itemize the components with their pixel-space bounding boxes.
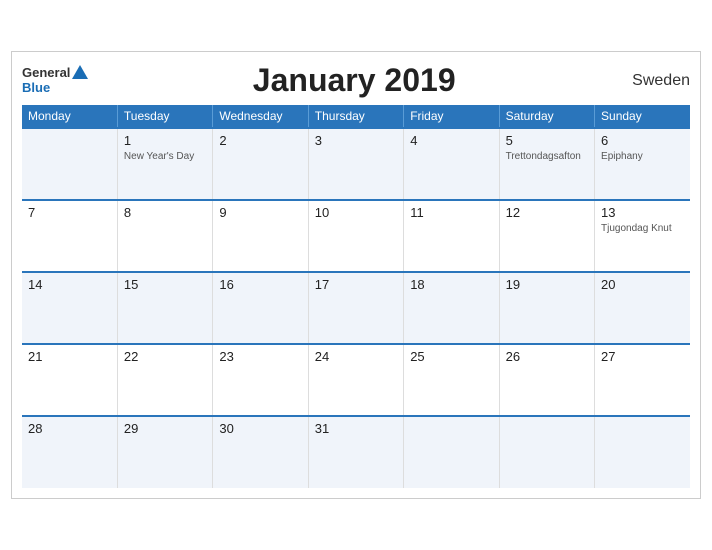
holiday-name: Epiphany bbox=[601, 150, 684, 163]
calendar-cell: 4 bbox=[404, 128, 499, 200]
weekday-header-saturday: Saturday bbox=[499, 105, 594, 128]
calendar-cell: 31 bbox=[308, 416, 403, 488]
calendar-cell: 13 Tjugondag Knut bbox=[595, 200, 690, 272]
weekday-header-thursday: Thursday bbox=[308, 105, 403, 128]
country-label: Sweden bbox=[620, 72, 690, 90]
day-number: 27 bbox=[601, 349, 684, 364]
calendar-week-row: 28 29 30 31 bbox=[22, 416, 690, 488]
day-number: 20 bbox=[601, 277, 684, 292]
calendar-cell: 20 bbox=[595, 272, 690, 344]
calendar-cell: 21 bbox=[22, 344, 117, 416]
calendar-header: General Blue January 2019 Sweden bbox=[22, 62, 690, 99]
day-number: 18 bbox=[410, 277, 492, 292]
day-number: 30 bbox=[219, 421, 301, 436]
weekday-header-sunday: Sunday bbox=[595, 105, 690, 128]
calendar-cell: 8 bbox=[117, 200, 212, 272]
calendar-cell: 11 bbox=[404, 200, 499, 272]
calendar-cell: 26 bbox=[499, 344, 594, 416]
day-number: 14 bbox=[28, 277, 111, 292]
calendar-cell: 6 Epiphany bbox=[595, 128, 690, 200]
day-number: 13 bbox=[601, 205, 684, 220]
calendar-cell: 16 bbox=[213, 272, 308, 344]
weekday-header-monday: Monday bbox=[22, 105, 117, 128]
calendar-cell: 28 bbox=[22, 416, 117, 488]
calendar-cell bbox=[22, 128, 117, 200]
calendar-thead: MondayTuesdayWednesdayThursdayFridaySatu… bbox=[22, 105, 690, 128]
day-number: 12 bbox=[506, 205, 588, 220]
holiday-name: Trettondagsafton bbox=[506, 150, 588, 163]
day-number: 24 bbox=[315, 349, 397, 364]
calendar-cell: 3 bbox=[308, 128, 403, 200]
logo-block: General Blue bbox=[22, 65, 88, 95]
day-number: 25 bbox=[410, 349, 492, 364]
day-number: 21 bbox=[28, 349, 111, 364]
calendar-cell: 1 New Year's Day bbox=[117, 128, 212, 200]
calendar-cell bbox=[499, 416, 594, 488]
calendar-cell: 10 bbox=[308, 200, 403, 272]
calendar-cell: 25 bbox=[404, 344, 499, 416]
holiday-name: New Year's Day bbox=[124, 150, 206, 163]
day-number: 16 bbox=[219, 277, 301, 292]
calendar-cell: 23 bbox=[213, 344, 308, 416]
weekday-header-row: MondayTuesdayWednesdayThursdayFridaySatu… bbox=[22, 105, 690, 128]
calendar-cell: 19 bbox=[499, 272, 594, 344]
day-number: 23 bbox=[219, 349, 301, 364]
weekday-header-tuesday: Tuesday bbox=[117, 105, 212, 128]
holiday-name: Tjugondag Knut bbox=[601, 222, 684, 235]
calendar-cell: 18 bbox=[404, 272, 499, 344]
day-number: 7 bbox=[28, 205, 111, 220]
weekday-header-friday: Friday bbox=[404, 105, 499, 128]
day-number: 28 bbox=[28, 421, 111, 436]
calendar-cell: 22 bbox=[117, 344, 212, 416]
calendar-cell: 9 bbox=[213, 200, 308, 272]
calendar-cell: 14 bbox=[22, 272, 117, 344]
day-number: 9 bbox=[219, 205, 301, 220]
day-number: 8 bbox=[124, 205, 206, 220]
day-number: 5 bbox=[506, 133, 588, 148]
calendar-cell: 17 bbox=[308, 272, 403, 344]
day-number: 1 bbox=[124, 133, 206, 148]
logo-triangle-icon bbox=[72, 65, 88, 79]
calendar-cell: 5 Trettondagsafton bbox=[499, 128, 594, 200]
day-number: 19 bbox=[506, 277, 588, 292]
day-number: 10 bbox=[315, 205, 397, 220]
calendar-cell: 7 bbox=[22, 200, 117, 272]
calendar-cell: 30 bbox=[213, 416, 308, 488]
calendar-week-row: 21 22 23 24 25 26 27 bbox=[22, 344, 690, 416]
day-number: 4 bbox=[410, 133, 492, 148]
calendar-cell: 27 bbox=[595, 344, 690, 416]
day-number: 31 bbox=[315, 421, 397, 436]
calendar-week-row: 789 10 11 12 13 Tjugondag Knut bbox=[22, 200, 690, 272]
day-number: 11 bbox=[410, 205, 492, 220]
calendar-cell bbox=[404, 416, 499, 488]
day-number: 26 bbox=[506, 349, 588, 364]
calendar-container: General Blue January 2019 Sweden MondayT… bbox=[11, 51, 701, 499]
calendar-tbody: 1New Year's Day2345Trettondagsafton6Epip… bbox=[22, 128, 690, 488]
day-number: 29 bbox=[124, 421, 206, 436]
day-number: 6 bbox=[601, 133, 684, 148]
calendar-cell: 2 bbox=[213, 128, 308, 200]
calendar-table: MondayTuesdayWednesdayThursdayFridaySatu… bbox=[22, 105, 690, 488]
day-number: 15 bbox=[124, 277, 206, 292]
calendar-cell bbox=[595, 416, 690, 488]
day-number: 3 bbox=[315, 133, 397, 148]
calendar-cell: 29 bbox=[117, 416, 212, 488]
calendar-cell: 15 bbox=[117, 272, 212, 344]
day-number: 22 bbox=[124, 349, 206, 364]
calendar-title: January 2019 bbox=[88, 62, 620, 99]
logo-area: General Blue bbox=[22, 65, 88, 95]
logo-general: General bbox=[22, 66, 70, 80]
day-number: 17 bbox=[315, 277, 397, 292]
logo-blue: Blue bbox=[22, 81, 50, 95]
weekday-header-wednesday: Wednesday bbox=[213, 105, 308, 128]
calendar-cell: 24 bbox=[308, 344, 403, 416]
day-number: 2 bbox=[219, 133, 301, 148]
calendar-week-row: 1 New Year's Day 2345 Trettondagsafton 6 Epip… bbox=[22, 128, 690, 200]
calendar-week-row: 14 15 16 17 18 19 20 bbox=[22, 272, 690, 344]
calendar-cell: 12 bbox=[499, 200, 594, 272]
